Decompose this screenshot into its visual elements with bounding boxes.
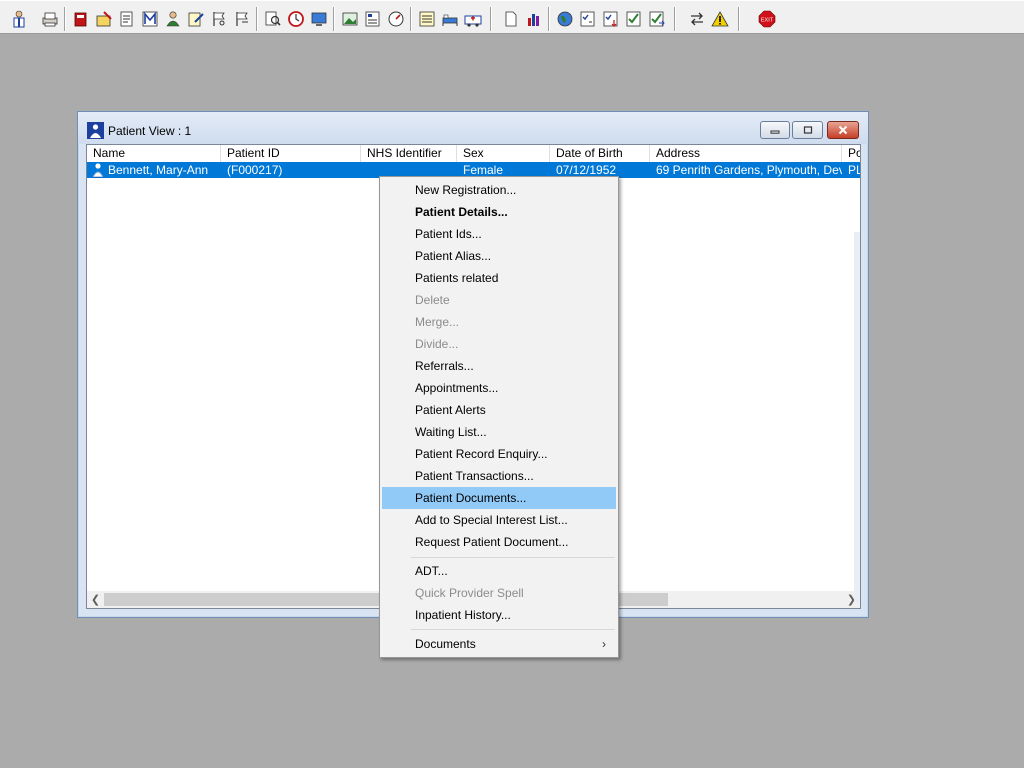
menu-item-quick-provider-spell: Quick Provider Spell xyxy=(415,586,524,600)
form-icon[interactable] xyxy=(362,8,384,30)
menu-separator xyxy=(411,557,615,558)
toolbar-separator xyxy=(333,7,335,31)
person-badge-icon[interactable] xyxy=(162,8,184,30)
close-button[interactable] xyxy=(827,121,859,139)
menu-item-request-patient-document[interactable]: Request Patient Document... xyxy=(382,531,616,553)
bar-chart-icon[interactable] xyxy=(523,8,545,30)
menu-item-appointments[interactable]: Appointments... xyxy=(382,377,616,399)
column-header-name[interactable]: Name xyxy=(87,145,221,162)
menu-item-patient-documents[interactable]: Patient Documents... xyxy=(382,487,616,509)
toolbar-separator xyxy=(490,7,492,31)
bed-icon[interactable] xyxy=(439,8,461,30)
menu-item-patients-related[interactable]: Patients related xyxy=(382,267,616,289)
toolbar-separator xyxy=(256,7,258,31)
flag-alt-icon[interactable] xyxy=(231,8,253,30)
minimize-button[interactable] xyxy=(760,121,790,139)
exit-stop-icon[interactable]: EXIT xyxy=(756,8,778,30)
menu-item-documents[interactable]: Documents › xyxy=(382,633,616,655)
menu-item-new-registration[interactable]: New Registration... xyxy=(382,179,616,201)
swap-arrows-icon[interactable] xyxy=(686,8,708,30)
red-book-icon[interactable] xyxy=(70,8,92,30)
column-headers: Name Patient ID NHS Identifier Sex Date … xyxy=(87,145,860,163)
menu-item-delete: Delete xyxy=(415,293,450,307)
folder-edit-icon[interactable] xyxy=(93,8,115,30)
clock-icon[interactable] xyxy=(285,8,307,30)
checklist-arrows-icon[interactable] xyxy=(646,8,668,30)
cell-address: 69 Penrith Gardens, Plymouth, Devon xyxy=(656,163,842,177)
menu-item-merge: Merge... xyxy=(415,315,460,329)
submenu-arrow-icon: › xyxy=(602,637,606,651)
minimize-icon xyxy=(770,130,780,134)
notepad-pen-icon[interactable] xyxy=(185,8,207,30)
monitor-icon[interactable] xyxy=(308,8,330,30)
cell-name: Bennett, Mary-Ann xyxy=(108,163,209,177)
warning-icon[interactable] xyxy=(709,8,731,30)
toolbar-separator xyxy=(548,7,550,31)
document-search-icon[interactable] xyxy=(116,8,138,30)
restore-icon xyxy=(803,126,812,134)
doctor-icon[interactable] xyxy=(8,8,30,30)
close-icon xyxy=(838,125,848,135)
menu-item-patient-transactions[interactable]: Patient Transactions... xyxy=(382,465,616,487)
menu-item-patient-details[interactable]: Patient Details... xyxy=(382,201,616,223)
toolbar-separator xyxy=(674,7,676,31)
menu-item-documents-label: Documents xyxy=(415,637,476,651)
magnify-document-icon[interactable] xyxy=(262,8,284,30)
menu-separator xyxy=(411,629,615,630)
column-header-date-of-birth[interactable]: Date of Birth xyxy=(550,145,650,162)
column-header-patient-id[interactable]: Patient ID xyxy=(221,145,361,162)
picture-frame-icon[interactable] xyxy=(339,8,361,30)
menu-item-patient-alias[interactable]: Patient Alias... xyxy=(382,245,616,267)
window-title: Patient View : 1 xyxy=(108,124,192,138)
main-toolbar: EXIT xyxy=(0,0,1024,34)
menu-item-waiting-list[interactable]: Waiting List... xyxy=(382,421,616,443)
checklist-icon[interactable] xyxy=(577,8,599,30)
printer-icon[interactable] xyxy=(39,8,61,30)
notes-icon[interactable] xyxy=(416,8,438,30)
menu-item-adt[interactable]: ADT... xyxy=(382,560,616,582)
blank-page-icon[interactable] xyxy=(500,8,522,30)
flag-icon[interactable] xyxy=(208,8,230,30)
cell-postcode: PL xyxy=(848,163,860,177)
menu-item-inpatient-history[interactable]: Inpatient History... xyxy=(382,604,616,626)
letter-m-icon[interactable] xyxy=(139,8,161,30)
cell-patient-id: (F000217) xyxy=(227,163,283,177)
toolbar-separator xyxy=(64,7,66,31)
column-header-sex[interactable]: Sex xyxy=(457,145,550,162)
patient-view-icon xyxy=(87,122,104,139)
scroll-left-icon[interactable]: ❮ xyxy=(87,591,104,608)
gauge-icon[interactable] xyxy=(385,8,407,30)
exit-label: EXIT xyxy=(761,18,774,24)
menu-item-patient-alerts[interactable]: Patient Alerts xyxy=(382,399,616,421)
menu-item-divide: Divide... xyxy=(415,337,459,351)
toolbar-separator xyxy=(738,7,740,31)
globe-icon[interactable] xyxy=(554,8,576,30)
column-header-address[interactable]: Address xyxy=(650,145,842,162)
menu-item-patient-record-enquiry[interactable]: Patient Record Enquiry... xyxy=(382,443,616,465)
column-header-postcode[interactable]: Po xyxy=(842,145,860,162)
menu-item-patient-ids[interactable]: Patient Ids... xyxy=(382,223,616,245)
restore-button[interactable] xyxy=(792,121,823,139)
checklist-green-icon[interactable] xyxy=(623,8,645,30)
checklist-down-icon[interactable] xyxy=(600,8,622,30)
ambulance-icon[interactable] xyxy=(462,8,484,30)
menu-item-add-to-special-interest-list[interactable]: Add to Special Interest List... xyxy=(382,509,616,531)
menu-item-referrals[interactable]: Referrals... xyxy=(382,355,616,377)
column-header-nhs-identifier[interactable]: NHS Identifier xyxy=(361,145,457,162)
window-titlebar[interactable]: Patient View : 1 xyxy=(78,112,868,144)
window-edge xyxy=(854,232,860,602)
patient-context-menu: New Registration... Patient Details... P… xyxy=(379,176,619,658)
toolbar-separator xyxy=(410,7,412,31)
